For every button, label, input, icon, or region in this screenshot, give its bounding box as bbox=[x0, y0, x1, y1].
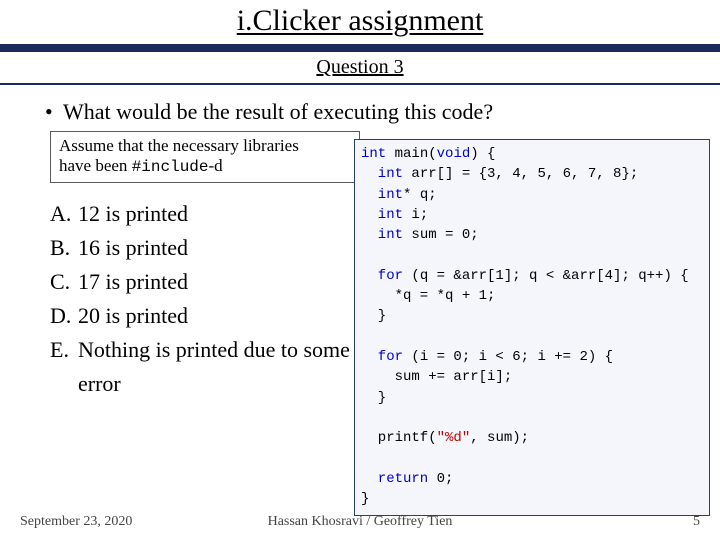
answer-label: D. bbox=[50, 299, 78, 333]
answer-text: 12 is printed bbox=[78, 197, 380, 231]
divider-thick bbox=[0, 44, 720, 52]
question-text: What would be the result of executing th… bbox=[63, 99, 493, 124]
kw-for: for bbox=[361, 268, 403, 284]
answer-a: A.12 is printed bbox=[50, 197, 380, 231]
footer-page: 5 bbox=[693, 514, 700, 530]
answer-b: B.16 is printed bbox=[50, 231, 380, 265]
code-close1: } bbox=[361, 308, 386, 324]
code-main: main( bbox=[386, 146, 436, 162]
code-box: int main(void) { int arr[] = {3, 4, 5, 6… bbox=[354, 139, 710, 516]
code-for1: (q = &arr[1]; q < &arr[4]; q++) { bbox=[403, 268, 689, 284]
note-line1: Assume that the necessary libraries bbox=[59, 136, 299, 155]
kw-int: int bbox=[361, 187, 403, 203]
footer: September 23, 2020 Hassan Khosravi / Geo… bbox=[0, 514, 720, 530]
code-body1: *q = *q + 1; bbox=[361, 288, 495, 304]
code-main-end: ) { bbox=[470, 146, 495, 162]
note-include: #include bbox=[132, 158, 209, 176]
code-printf-end: , sum); bbox=[470, 430, 529, 446]
answer-list: A.12 is printed B.16 is printed C.17 is … bbox=[50, 197, 380, 402]
answer-text: 20 is printed bbox=[78, 299, 380, 333]
code-fmt: "%d" bbox=[437, 430, 471, 446]
code-q: * q; bbox=[403, 187, 437, 203]
code-printf: printf( bbox=[361, 430, 437, 446]
code-arr: arr[] = {3, 4, 5, 6, 7, 8}; bbox=[403, 166, 638, 182]
note-line2a: have been bbox=[59, 156, 132, 175]
question-line: •What would be the result of executing t… bbox=[45, 99, 700, 125]
kw-for: for bbox=[361, 349, 403, 365]
answer-e: E.Nothing is printed due to some error bbox=[50, 333, 380, 401]
bullet-icon: • bbox=[45, 99, 63, 125]
answer-label: A. bbox=[50, 197, 78, 231]
kw-return: return bbox=[361, 471, 428, 487]
note-line2c: -d bbox=[209, 156, 223, 175]
code-for2: (i = 0; i < 6; i += 2) { bbox=[403, 349, 613, 365]
code-end: } bbox=[361, 491, 369, 507]
answer-text: 16 is printed bbox=[78, 231, 380, 265]
code-sum: sum = 0; bbox=[403, 227, 479, 243]
slide-subtitle: Question 3 bbox=[0, 56, 720, 79]
code-ret-end: 0; bbox=[428, 471, 453, 487]
answer-text: Nothing is printed due to some error bbox=[78, 333, 380, 401]
answer-c: C.17 is printed bbox=[50, 265, 380, 299]
kw-int: int bbox=[361, 146, 386, 162]
answer-label: C. bbox=[50, 265, 78, 299]
code-body2: sum += arr[i]; bbox=[361, 369, 512, 385]
footer-authors: Hassan Khosravi / Geoffrey Tien bbox=[0, 514, 720, 530]
title-area: i.Clicker assignment bbox=[0, 0, 720, 38]
kw-int: int bbox=[361, 227, 403, 243]
slide-title: i.Clicker assignment bbox=[0, 4, 720, 38]
answer-text: 17 is printed bbox=[78, 265, 380, 299]
answer-d: D.20 is printed bbox=[50, 299, 380, 333]
code-close2: } bbox=[361, 390, 386, 406]
kw-int: int bbox=[361, 166, 403, 182]
slide: i.Clicker assignment Question 3 •What wo… bbox=[0, 0, 720, 540]
answer-label: B. bbox=[50, 231, 78, 265]
kw-void: void bbox=[437, 146, 471, 162]
assumption-note: Assume that the necessary libraries have… bbox=[50, 131, 360, 183]
code-i: i; bbox=[403, 207, 428, 223]
kw-int: int bbox=[361, 207, 403, 223]
answer-label: E. bbox=[50, 333, 78, 401]
